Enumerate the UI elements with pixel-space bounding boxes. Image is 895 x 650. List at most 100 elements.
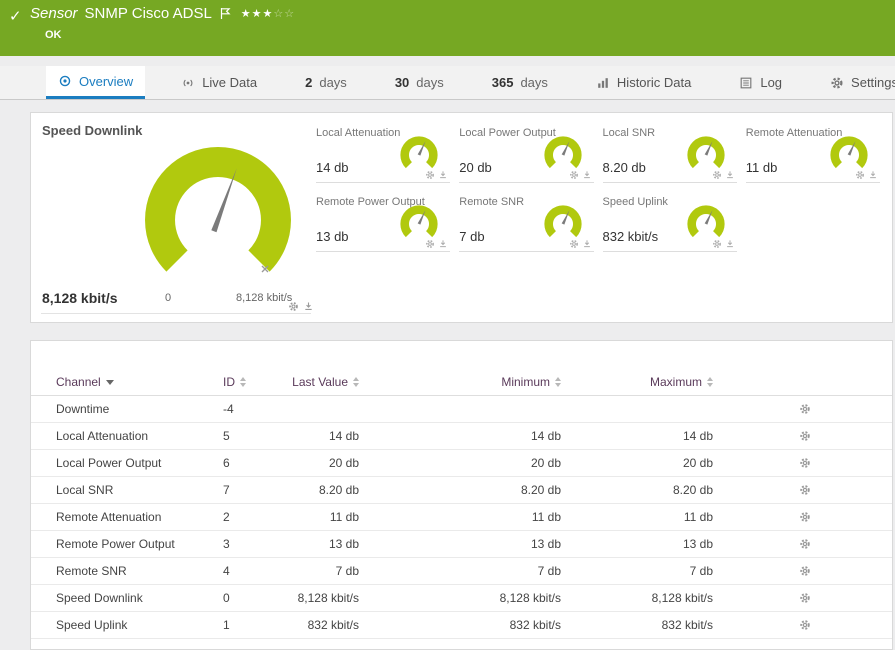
channel-last-value: 8,128 kbit/s bbox=[297, 591, 359, 605]
stars-filled: ★★★ bbox=[240, 8, 274, 20]
log-list-icon bbox=[739, 76, 753, 90]
sensor-status-badge: OK bbox=[45, 29, 62, 41]
mini-gauge-local-power-output: Local Power Output 20 db bbox=[459, 125, 594, 183]
download-icon[interactable] bbox=[438, 170, 448, 180]
mini-gauge-value: 13 db bbox=[316, 229, 349, 244]
channel-name: Downtime bbox=[56, 402, 110, 416]
channel-minimum: 8.20 db bbox=[520, 483, 561, 497]
tab-day-count: 365 bbox=[491, 75, 514, 90]
channel-settings-gear-icon[interactable] bbox=[712, 170, 722, 180]
table-row-remote-attenuation: Remote Attenuation 2 11 db 11 db 11 db bbox=[31, 504, 892, 531]
column-header-last-value[interactable]: Last Value bbox=[283, 375, 359, 389]
mini-gauge-local-attenuation: Local Attenuation 14 db bbox=[316, 125, 451, 183]
channel-edit-gear-icon[interactable] bbox=[799, 538, 811, 550]
column-label: Maximum bbox=[649, 375, 702, 389]
channel-minimum: 14 db bbox=[530, 429, 561, 443]
channel-minimum: 20 db bbox=[530, 456, 561, 470]
channel-edit-gear-icon[interactable] bbox=[799, 430, 811, 442]
divider bbox=[41, 313, 311, 314]
overview-target-icon bbox=[58, 74, 72, 88]
tab-2-days[interactable]: 2 days bbox=[293, 66, 359, 99]
download-icon[interactable] bbox=[582, 239, 592, 249]
mini-gauge-remote-snr: Remote SNR 7 db bbox=[459, 194, 594, 252]
channel-maximum: 7 db bbox=[689, 564, 713, 578]
table-row-local-snr: Local SNR 7 8.20 db 8.20 db 8.20 db bbox=[31, 477, 892, 504]
mini-gauge-value: 832 kbit/s bbox=[602, 229, 659, 244]
tab-365-days[interactable]: 365 days bbox=[480, 66, 560, 99]
mini-gauge-speed-uplink: Speed Uplink 832 kbit/s bbox=[602, 194, 737, 252]
channel-settings-gear-icon[interactable] bbox=[425, 239, 435, 249]
channel-settings-gear-icon[interactable] bbox=[569, 239, 579, 249]
sensor-type-label: Sensor bbox=[30, 5, 78, 22]
tab-live-data[interactable]: Live Data bbox=[169, 66, 269, 99]
channel-last-value: 14 db bbox=[328, 429, 359, 443]
channel-settings-gear-icon[interactable] bbox=[288, 301, 299, 312]
table-row-speed-uplink: Speed Uplink 1 832 kbit/s 832 kbit/s 832… bbox=[31, 612, 892, 639]
channel-id: 3 bbox=[223, 537, 230, 551]
download-icon[interactable] bbox=[582, 170, 592, 180]
gauges-panel: Speed Downlink 8,128 kbit/s 0 8,128 kbit… bbox=[30, 112, 893, 323]
channel-maximum: 20 db bbox=[682, 456, 713, 470]
priority-stars[interactable]: ★★★☆☆ bbox=[241, 7, 295, 20]
channel-last-value: 13 db bbox=[328, 537, 359, 551]
column-label: Channel bbox=[56, 375, 101, 389]
tab-overview[interactable]: Overview bbox=[46, 66, 146, 99]
channel-id: 4 bbox=[223, 564, 230, 578]
channel-name: Local Power Output bbox=[56, 456, 162, 470]
mini-gauge-value: 14 db bbox=[316, 160, 349, 175]
channel-maximum: 8,128 kbit/s bbox=[651, 591, 713, 605]
channel-edit-gear-icon[interactable] bbox=[799, 565, 811, 577]
channel-last-value: 7 db bbox=[335, 564, 359, 578]
channel-minimum: 11 db bbox=[531, 510, 561, 524]
download-icon[interactable] bbox=[303, 301, 314, 312]
sensor-name: SNMP Cisco ADSL bbox=[84, 5, 212, 22]
tab-label: days bbox=[319, 75, 347, 90]
channel-settings-gear-icon[interactable] bbox=[569, 170, 579, 180]
sort-icon bbox=[240, 377, 246, 387]
download-icon[interactable] bbox=[725, 170, 735, 180]
column-header-channel[interactable]: Channel bbox=[56, 375, 223, 389]
channel-last-value: 11 db bbox=[329, 510, 359, 524]
column-label: Last Value bbox=[292, 375, 348, 389]
mini-gauge-remote-power-output: Remote Power Output 13 db bbox=[316, 194, 451, 252]
channel-id: 7 bbox=[223, 483, 230, 497]
column-label: Minimum bbox=[501, 375, 550, 389]
column-header-maximum[interactable]: Maximum bbox=[561, 375, 713, 389]
channel-id: 0 bbox=[223, 591, 230, 605]
gauge-scale-max: 8,128 kbit/s bbox=[236, 292, 293, 304]
channel-edit-gear-icon[interactable] bbox=[799, 619, 811, 631]
tab-log[interactable]: Log bbox=[727, 66, 794, 99]
download-icon[interactable] bbox=[438, 239, 448, 249]
gauge-scale-min: 0 bbox=[165, 292, 172, 304]
tab-label: Settings bbox=[851, 75, 895, 90]
column-label: ID bbox=[223, 375, 235, 389]
tab-label: Live Data bbox=[202, 75, 258, 90]
channel-edit-gear-icon[interactable] bbox=[799, 592, 811, 604]
stars-empty: ☆☆ bbox=[273, 8, 296, 20]
flag-icon[interactable] bbox=[219, 7, 232, 20]
column-header-minimum[interactable]: Minimum bbox=[359, 375, 561, 389]
channel-settings-gear-icon[interactable] bbox=[425, 170, 435, 180]
channel-minimum: 832 kbit/s bbox=[509, 618, 561, 632]
channel-id: 1 bbox=[223, 618, 230, 632]
tab-30-days[interactable]: 30 days bbox=[383, 66, 456, 99]
tab-label: Log bbox=[760, 75, 783, 90]
column-header-id[interactable]: ID bbox=[223, 375, 283, 389]
sort-desc-icon bbox=[105, 379, 114, 385]
channel-edit-gear-icon[interactable] bbox=[799, 403, 811, 415]
tab-settings[interactable]: Settings bbox=[818, 66, 895, 99]
channel-minimum: 13 db bbox=[530, 537, 561, 551]
channel-name: Remote Power Output bbox=[56, 537, 175, 551]
channel-settings-gear-icon[interactable] bbox=[855, 170, 865, 180]
table-header-row: Channel ID Last Value Minimum Maximum bbox=[31, 369, 892, 396]
channel-maximum: 13 db bbox=[682, 537, 713, 551]
tab-historic-data[interactable]: Historic Data bbox=[584, 66, 703, 99]
channel-edit-gear-icon[interactable] bbox=[799, 457, 811, 469]
download-icon[interactable] bbox=[868, 170, 878, 180]
status-ok-check-icon: ✓ bbox=[9, 8, 22, 25]
channel-edit-gear-icon[interactable] bbox=[799, 511, 811, 523]
sensor-header: ✓ Sensor SNMP Cisco ADSL ★★★☆☆ OK bbox=[0, 0, 895, 56]
download-icon[interactable] bbox=[725, 239, 735, 249]
channel-edit-gear-icon[interactable] bbox=[799, 484, 811, 496]
channel-settings-gear-icon[interactable] bbox=[712, 239, 722, 249]
